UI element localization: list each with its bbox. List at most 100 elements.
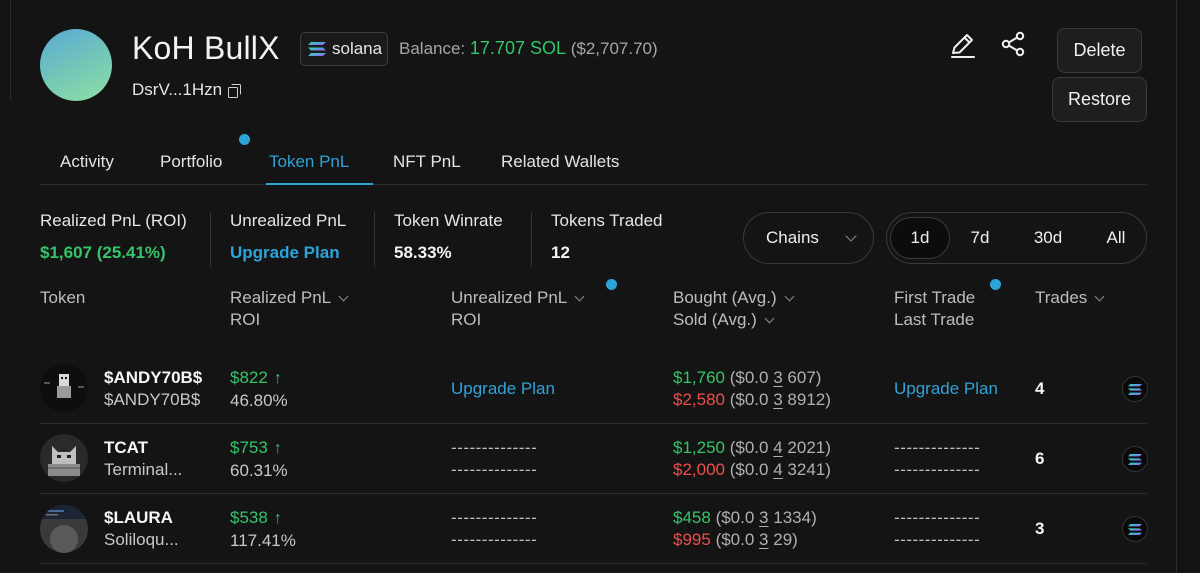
tokens-traded-value: 12 bbox=[551, 243, 570, 262]
solana-glyph bbox=[1128, 453, 1142, 465]
share-icon[interactable] bbox=[1000, 31, 1026, 57]
arrow-up-icon: ↑ bbox=[273, 440, 282, 457]
solana-glyph bbox=[1128, 523, 1142, 535]
range-all[interactable]: All bbox=[1090, 217, 1142, 259]
sold-amount: $995 bbox=[673, 530, 711, 549]
token-image bbox=[40, 364, 88, 412]
balance: Balance: 17.707 SOL ($2,707.70) bbox=[399, 38, 658, 59]
delete-button[interactable]: Delete bbox=[1057, 28, 1142, 73]
bought-avg-suffix: 607) bbox=[787, 368, 822, 387]
sold-avg-zeros: 3 bbox=[759, 530, 769, 549]
frame-edge-left bbox=[10, 0, 11, 100]
realized-roi: 117.41% bbox=[230, 531, 296, 550]
stat-divider bbox=[374, 212, 375, 267]
tab-portfolio[interactable]: Portfolio bbox=[160, 152, 222, 172]
realized-pnl-cell: $538 ↑ 117.41% bbox=[230, 507, 296, 552]
tokens-traded-label: Tokens Traded bbox=[551, 211, 663, 230]
unrealized-pnl: -------------- bbox=[451, 438, 538, 457]
range-7d[interactable]: 7d bbox=[954, 217, 1006, 259]
realized-roi: 46.80% bbox=[230, 391, 288, 410]
range-1d[interactable]: 1d bbox=[890, 217, 950, 259]
col-trades[interactable]: Trades bbox=[1035, 287, 1105, 309]
sold-avg-prefix: ($0.0 bbox=[729, 460, 769, 479]
list-item[interactable]: $ANDY70B$ $ANDY70B$ bbox=[104, 367, 202, 411]
restore-button[interactable]: Restore bbox=[1052, 77, 1147, 122]
balance-sol: 17.707 SOL bbox=[469, 38, 566, 58]
solana-icon bbox=[308, 42, 326, 56]
bought-amount: $458 bbox=[673, 508, 711, 527]
bought-sold-cell: $1,250 ($0.0 4 2021) $2,000 ($0.0 4 3241… bbox=[673, 437, 831, 481]
chains-dropdown[interactable]: Chains bbox=[743, 212, 874, 264]
col-trade-times: First Trade Last Trade bbox=[894, 287, 975, 331]
row-divider bbox=[40, 563, 1147, 564]
col-unrealized-label: Unrealized PnL bbox=[451, 288, 568, 307]
chain-label: solana bbox=[332, 39, 383, 58]
unrealized-cell: -------------- -------------- bbox=[451, 437, 537, 481]
sold-amount: $2,580 bbox=[673, 390, 725, 409]
sold-avg-prefix: ($0.0 bbox=[715, 530, 755, 549]
token-winrate-value: 58.33% bbox=[394, 243, 452, 262]
token-art bbox=[44, 374, 84, 398]
tab-nft-pnl[interactable]: NFT PnL bbox=[393, 152, 461, 172]
tab-related-wallets[interactable]: Related Wallets bbox=[501, 152, 619, 172]
bought-avg-prefix: ($0.0 bbox=[729, 368, 769, 387]
trade-times-upgrade-link[interactable]: Upgrade Plan bbox=[894, 378, 998, 400]
tab-token-pnl[interactable]: Token PnL bbox=[269, 152, 349, 172]
trade-times-cell: -------------- -------------- bbox=[894, 437, 980, 481]
realized-pnl-cell: $822 ↑ 46.80% bbox=[230, 367, 288, 412]
unrealized-pnl: -------------- bbox=[451, 508, 538, 527]
arrow-up-icon: ↑ bbox=[273, 510, 282, 527]
col-unrealized[interactable]: Unrealized PnL ROI bbox=[451, 287, 585, 331]
range-30d[interactable]: 30d bbox=[1022, 217, 1074, 259]
unrealized-cell: -------------- -------------- bbox=[451, 507, 537, 551]
chains-label: Chains bbox=[766, 228, 819, 247]
chevron-down-icon bbox=[845, 230, 857, 242]
col-realized-roi: ROI bbox=[230, 310, 261, 329]
token-art bbox=[48, 446, 80, 476]
unrealized-upgrade-link[interactable]: Upgrade Plan bbox=[451, 378, 555, 400]
tab-activity[interactable]: Activity bbox=[60, 152, 114, 172]
stat-divider bbox=[210, 212, 211, 267]
col-bought-sold[interactable]: Bought (Avg.) Sold (Avg.) bbox=[673, 287, 795, 331]
unrealized-upgrade-link[interactable]: Upgrade Plan bbox=[230, 243, 340, 263]
col-last-trade: Last Trade bbox=[894, 310, 975, 329]
chevron-down-icon bbox=[764, 313, 775, 324]
col-realized[interactable]: Realized PnL ROI bbox=[230, 287, 349, 331]
token-art bbox=[40, 505, 88, 553]
unrealized-pnl-label: Unrealized PnL bbox=[230, 211, 347, 230]
token-symbol: TCAT bbox=[104, 438, 149, 457]
unrealized-roi: -------------- bbox=[451, 460, 538, 479]
bought-sold-cell: $1,760 ($0.0 3 607) $2,580 ($0.0 3 8912) bbox=[673, 367, 831, 411]
stat-divider bbox=[531, 212, 532, 267]
trades-count: 3 bbox=[1035, 519, 1045, 538]
token-name: Terminal... bbox=[104, 460, 183, 479]
solana-icon bbox=[1122, 516, 1148, 542]
sold-avg-suffix: 8912) bbox=[787, 390, 831, 409]
trades-count: 6 bbox=[1035, 449, 1045, 468]
chevron-down-icon bbox=[338, 291, 349, 302]
frame-edge-right bbox=[1176, 0, 1177, 573]
chevron-down-icon bbox=[1094, 291, 1105, 302]
first-trade: -------------- bbox=[894, 508, 981, 527]
realized-pnl-cell: $753 ↑ 60.31% bbox=[230, 437, 288, 482]
row-divider bbox=[40, 423, 1147, 424]
token-image bbox=[40, 505, 88, 553]
notification-dot bbox=[239, 134, 250, 145]
bought-avg-prefix: ($0.0 bbox=[715, 508, 755, 527]
time-range-selector: 1d 7d 30d All bbox=[886, 212, 1147, 264]
sold-avg-suffix: 3241) bbox=[787, 460, 831, 479]
copy-icon[interactable] bbox=[228, 83, 242, 98]
bought-amount: $1,760 bbox=[673, 368, 725, 387]
col-first-trade: First Trade bbox=[894, 288, 976, 307]
col-unrealized-roi: ROI bbox=[451, 310, 482, 329]
list-item[interactable]: TCAT Terminal... bbox=[104, 437, 182, 481]
sold-avg-suffix: 29) bbox=[773, 530, 798, 549]
chain-badge: solana bbox=[300, 32, 388, 66]
balance-label: Balance: bbox=[399, 39, 466, 58]
bought-avg-prefix: ($0.0 bbox=[729, 438, 769, 457]
pencil-icon[interactable] bbox=[948, 30, 978, 60]
wallet-name: KoH BullX bbox=[132, 30, 280, 66]
notification-dot bbox=[606, 279, 617, 290]
address-text: DsrV...1Hzn bbox=[132, 80, 223, 99]
list-item[interactable]: $LAURA Soliloqu... bbox=[104, 507, 179, 551]
